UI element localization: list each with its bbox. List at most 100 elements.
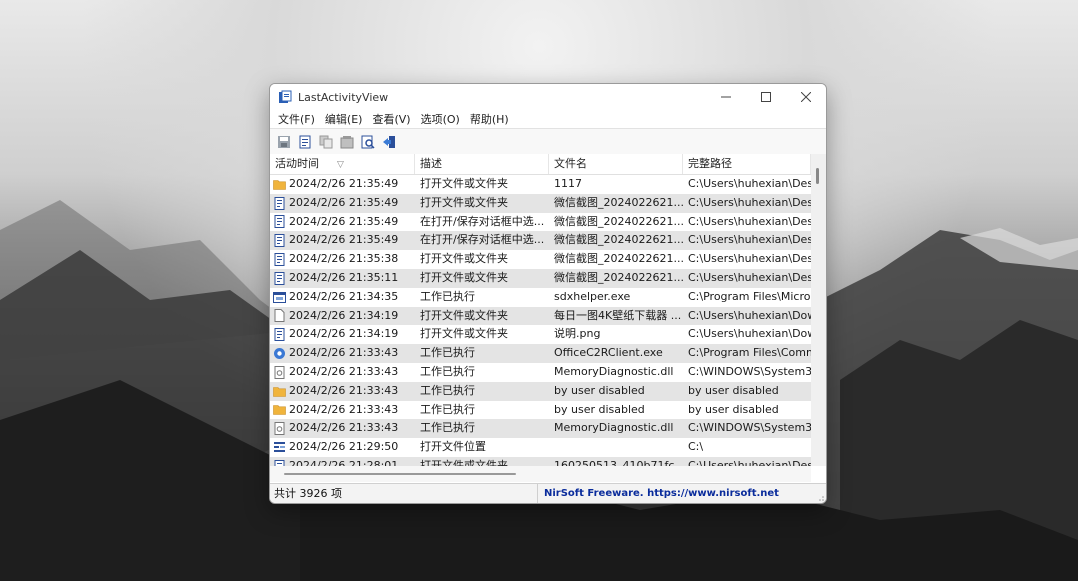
find-icon [361, 135, 375, 149]
cell-time: 2024/2/26 21:34:35 [270, 288, 415, 307]
properties-icon [340, 135, 354, 148]
cell-time: 2024/2/26 21:35:49 [270, 231, 415, 250]
properties-button[interactable] [339, 134, 355, 150]
cell-fullpath: C:\Users\huhexian\Deskt [688, 270, 811, 284]
table-row[interactable]: 2024/2/26 21:34:19 打开文件或文件夹 每日一图4K壁纸下载器 ..… [270, 306, 811, 326]
cell-filename: MemoryDiagnostic.dll [554, 421, 674, 435]
cell-filename: 1117 [554, 177, 582, 190]
cell-filename: by user disabled [554, 402, 645, 416]
cell-fullpath: C:\Users\huhexian\Down [688, 327, 811, 341]
item-count: 共计 3926 项 [270, 484, 538, 503]
maximize-button[interactable] [746, 84, 786, 110]
cell-filename: 微信截图_2024022621... [554, 252, 683, 266]
table-row[interactable]: 2024/2/26 21:33:43 工作已执行 MemoryDiagnostic.… [270, 419, 811, 439]
time-text: 2024/2/26 21:33:43 [289, 383, 399, 397]
menu-options[interactable]: 选项(O) [417, 111, 464, 127]
folder-icon [273, 178, 286, 191]
cell-filename: 微信截图_2024022621... [554, 270, 683, 284]
cell-time: 2024/2/26 21:35:38 [270, 250, 415, 269]
cell-fullpath: C:\WINDOWS\System32 [688, 364, 811, 378]
exit-icon [383, 135, 395, 148]
blank-file-icon [273, 309, 286, 323]
time-text: 2024/2/26 21:35:11 [289, 270, 399, 284]
cell-filename [549, 438, 683, 457]
time-text: 2024/2/26 21:35:49 [289, 195, 399, 209]
menu-view[interactable]: 查看(V) [368, 111, 414, 127]
cell-fullpath: by user disabled [688, 402, 779, 416]
cell-time: 2024/2/26 21:33:43 [270, 401, 415, 420]
table-row[interactable]: 2024/2/26 21:34:19 打开文件或文件夹 说明.png C:\Users… [270, 325, 811, 344]
cell-time: 2024/2/26 21:35:49 [270, 175, 415, 194]
cell-fullpath: C:\Users\huhexian\Deskt [688, 233, 811, 247]
exit-button[interactable] [381, 134, 397, 150]
html-report-button[interactable] [297, 134, 313, 150]
nirsoft-link[interactable]: NirSoft Freeware. https://www.nirsoft.ne… [538, 488, 779, 499]
horizontal-scroll-thumb[interactable] [284, 473, 516, 475]
location-icon [273, 441, 286, 454]
cell-description: 打开文件或文件夹 [420, 308, 508, 322]
table-row[interactable]: 2024/2/26 21:35:49 打开文件或文件夹 微信截图_202402262… [270, 193, 811, 213]
file-icon [273, 253, 286, 267]
cell-description: 工作已执行 [420, 402, 475, 416]
time-text: 2024/2/26 21:33:43 [289, 346, 399, 360]
minimize-button[interactable] [706, 84, 746, 110]
time-text: 2024/2/26 21:33:43 [289, 364, 399, 378]
title-bar[interactable]: LastActivityView [270, 84, 826, 110]
table-row[interactable]: 2024/2/26 21:34:35 工作已执行 sdxhelper.exe C:\P… [270, 288, 811, 307]
list-rows: 2024/2/26 21:35:49 打开文件或文件夹 1117 C:\Users\h… [270, 175, 811, 476]
horizontal-scrollbar[interactable] [270, 466, 811, 482]
column-header-time[interactable]: 活动时间 ▽ [270, 154, 415, 174]
save-button[interactable] [276, 134, 292, 150]
table-row[interactable]: 2024/2/26 21:35:11 打开文件或文件夹 微信截图_202402262… [270, 268, 811, 288]
column-header-fullpath[interactable]: 完整路径 [683, 154, 811, 174]
column-header-filename[interactable]: 文件名 [549, 154, 683, 174]
table-row[interactable]: 2024/2/26 21:35:49 打开文件或文件夹 1117 C:\Users\h… [270, 175, 811, 194]
cell-fullpath: C:\Users\huhexian\Deskt [688, 195, 811, 209]
cell-fullpath: C:\Program Files\Comm [688, 346, 811, 360]
close-icon [801, 92, 811, 102]
cell-description: 打开文件或文件夹 [420, 327, 508, 341]
vertical-scrollbar[interactable] [811, 154, 826, 466]
folder-icon [273, 403, 286, 416]
column-header-description[interactable]: 描述 [415, 154, 549, 174]
dll-icon [273, 365, 286, 379]
vertical-scroll-thumb[interactable] [816, 168, 819, 184]
table-row[interactable]: 2024/2/26 21:29:50 打开文件位置 C:\ [270, 438, 811, 457]
time-text: 2024/2/26 21:34:19 [289, 308, 399, 322]
cell-filename: 说明.png [554, 327, 601, 341]
table-row[interactable]: 2024/2/26 21:33:43 工作已执行 by user disabled b… [270, 401, 811, 420]
table-row[interactable]: 2024/2/26 21:33:43 工作已执行 MemoryDiagnostic.… [270, 363, 811, 382]
cell-time: 2024/2/26 21:29:50 [270, 438, 415, 457]
table-row[interactable]: 2024/2/26 21:35:49 在打开/保存对话框中选... 微信截图_202… [270, 231, 811, 251]
time-text: 2024/2/26 21:35:49 [289, 233, 399, 247]
status-bar: 共计 3926 项 NirSoft Freeware. https://www.… [270, 483, 826, 503]
time-text: 2024/2/26 21:34:35 [289, 289, 399, 303]
table-row[interactable]: 2024/2/26 21:33:43 工作已执行 by user disabled b… [270, 381, 811, 401]
close-button[interactable] [786, 84, 826, 110]
time-text: 2024/2/26 21:34:19 [289, 327, 399, 341]
app-window: LastActivityView 文件(F) 编辑(E) 查看(V) 选项(O)… [269, 83, 827, 504]
cell-description: 打开文件或文件夹 [420, 195, 508, 209]
find-button[interactable] [360, 134, 376, 150]
activity-list[interactable]: 活动时间 ▽ 描述 文件名 完整路径 2024/2/26 21:35:49 打开文件… [270, 154, 826, 482]
list-header: 活动时间 ▽ 描述 文件名 完整路径 [270, 154, 811, 175]
cell-fullpath: C:\Users\huhexian\Down [688, 308, 811, 322]
menu-help[interactable]: 帮助(H) [466, 111, 513, 127]
table-row[interactable]: 2024/2/26 21:35:49 在打开/保存对话框中选... 微信截图_202… [270, 213, 811, 232]
cell-fullpath: C:\Users\huhexian\Deskt [688, 214, 811, 228]
cell-description: 打开文件或文件夹 [420, 177, 508, 190]
folder-icon [273, 385, 286, 398]
app-icon [279, 90, 292, 103]
table-row[interactable]: 2024/2/26 21:33:43 工作已执行 OfficeC2RClient.e… [270, 344, 811, 363]
table-row[interactable]: 2024/2/26 21:35:38 打开文件或文件夹 微信截图_202402262… [270, 250, 811, 269]
cell-time: 2024/2/26 21:33:43 [270, 363, 415, 382]
cell-fullpath: C:\ [688, 440, 704, 454]
copy-button[interactable] [318, 134, 334, 150]
resize-grip-icon[interactable] [816, 493, 824, 501]
menu-edit[interactable]: 编辑(E) [321, 111, 367, 127]
exe-icon [273, 291, 286, 304]
cell-fullpath: C:\Users\huhexian\Deskt [688, 252, 811, 266]
cell-filename: MemoryDiagnostic.dll [554, 364, 674, 378]
menu-file[interactable]: 文件(F) [274, 111, 319, 127]
cell-time: 2024/2/26 21:35:49 [270, 194, 415, 213]
